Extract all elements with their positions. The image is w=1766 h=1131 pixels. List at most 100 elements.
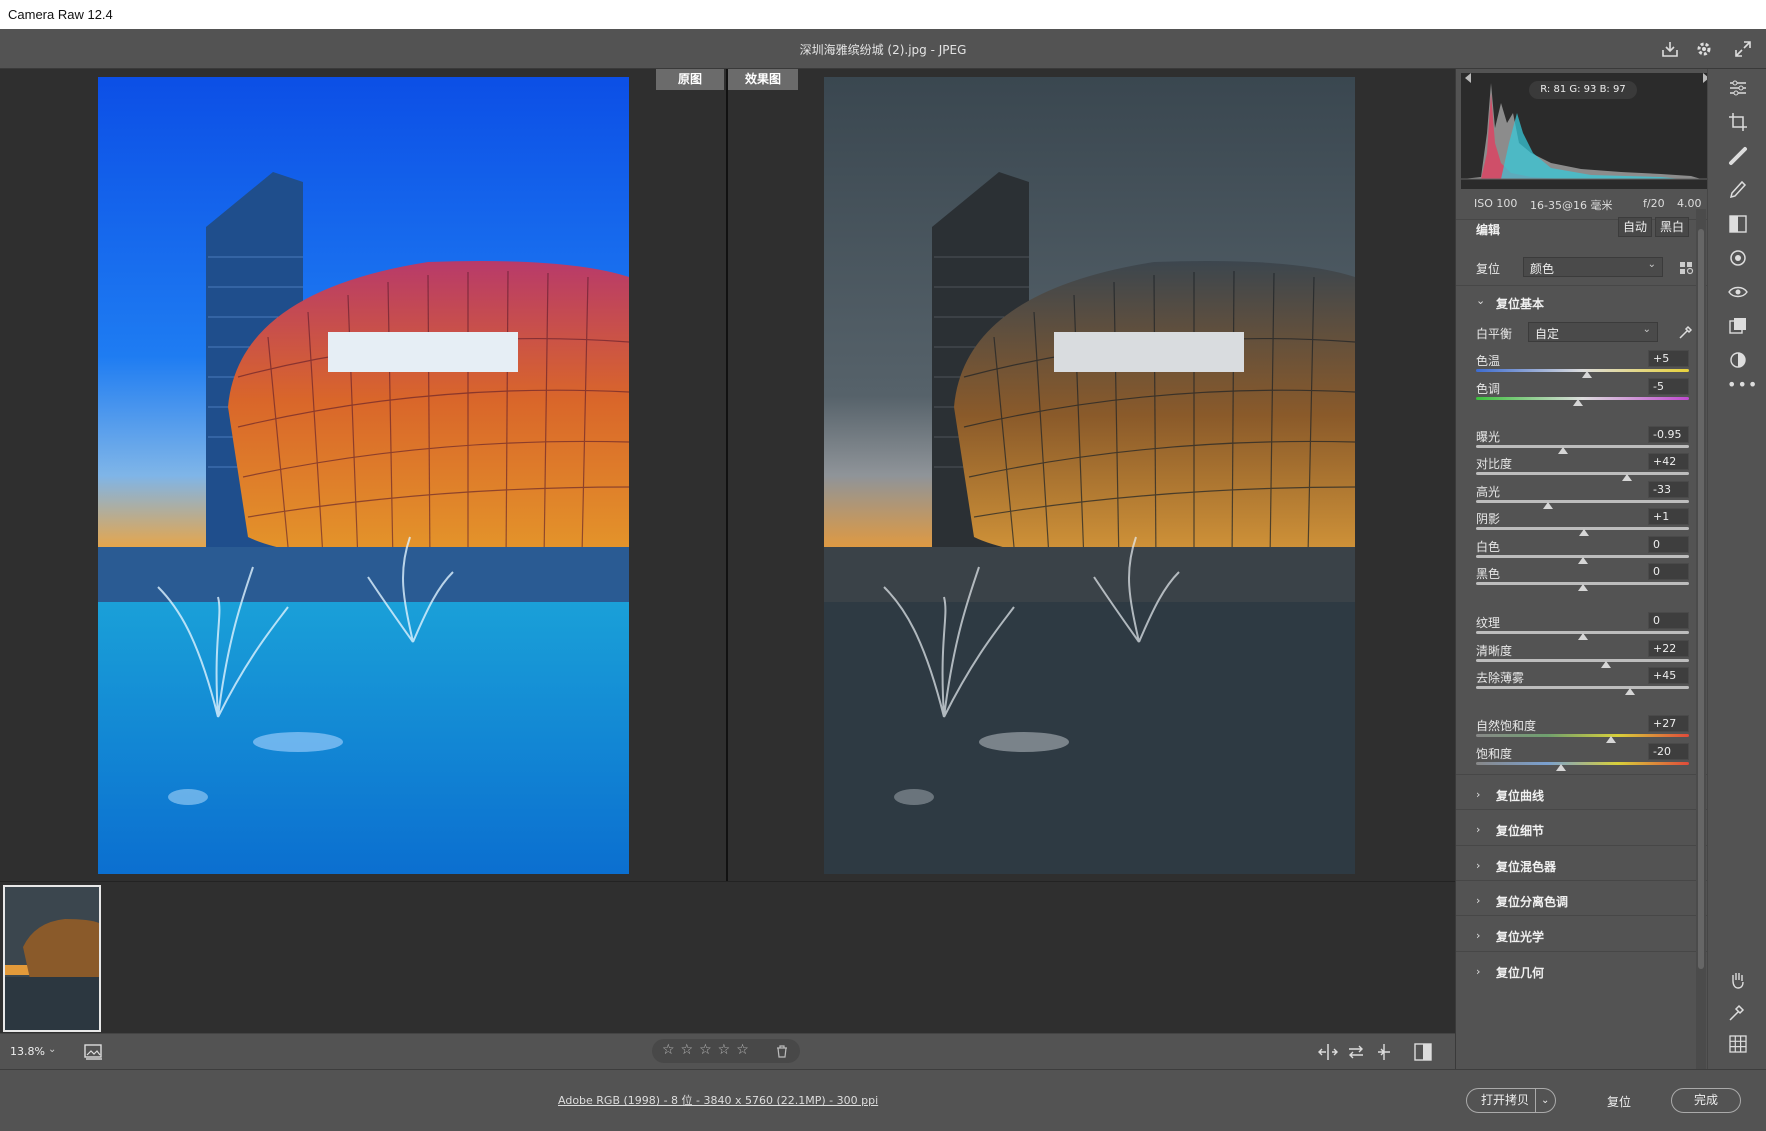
slider-value-input[interactable]: +45 <box>1648 667 1689 684</box>
color-sampler-icon[interactable] <box>1727 1001 1749 1023</box>
split-divider[interactable] <box>726 69 728 881</box>
open-copy-button[interactable]: 打开拷贝 ⌄ <box>1466 1088 1556 1113</box>
slider-handle[interactable] <box>1577 633 1588 640</box>
slider-label: 曝光 <box>1476 430 1501 444</box>
bw-button[interactable]: 黑白 <box>1655 217 1689 237</box>
chevron-down-icon: ⌄ <box>1642 324 1651 335</box>
slider-track[interactable] <box>1476 500 1689 503</box>
slider-value-input[interactable]: -20 <box>1648 743 1689 760</box>
slider-value-input[interactable]: -0.95 <box>1648 426 1689 443</box>
section-header[interactable]: › 复位分离色调 <box>1456 880 1708 920</box>
slider-label: 对比度 <box>1476 457 1513 471</box>
hand-icon[interactable] <box>1727 969 1749 991</box>
section-header[interactable]: › 复位光学 <box>1456 915 1708 955</box>
panel-scrollbar[interactable] <box>1696 209 1706 1069</box>
section-title: 复位几何 <box>1496 966 1545 980</box>
radial-filter-icon[interactable] <box>1727 247 1749 269</box>
slider-handle[interactable] <box>1558 447 1569 454</box>
slider-value-input[interactable]: +27 <box>1648 715 1689 732</box>
slider-handle[interactable] <box>1556 764 1567 771</box>
filmstrip-thumbnail[interactable] <box>3 885 101 1032</box>
filmstrip <box>0 881 1455 1033</box>
trash-icon[interactable] <box>776 1045 788 1058</box>
eyedropper-icon[interactable] <box>1678 324 1694 340</box>
swap-icon[interactable] <box>1347 1043 1365 1061</box>
slider-handle[interactable] <box>1577 557 1588 564</box>
before-tab[interactable]: 原图 <box>656 69 724 90</box>
section-header[interactable]: › 复位细节 <box>1456 809 1708 849</box>
zoom-dropdown-icon[interactable]: ⌄ <box>48 1044 56 1055</box>
section-title: 复位分离色调 <box>1496 895 1569 909</box>
section-title: 复位细节 <box>1496 824 1545 838</box>
slider-track[interactable] <box>1476 472 1689 475</box>
section-header[interactable]: › 复位曲线 <box>1456 774 1708 814</box>
section-header[interactable]: › 复位混色器 <box>1456 845 1708 885</box>
fullscreen-icon[interactable] <box>1733 39 1753 59</box>
image-info-link[interactable]: Adobe RGB (1998) - 8 位 - 3840 x 5760 (22… <box>558 1092 878 1108</box>
slider-handle[interactable] <box>1577 584 1588 591</box>
before-after-view-icon[interactable] <box>1318 1043 1338 1061</box>
slider-handle[interactable] <box>1622 474 1633 481</box>
chevron-down-icon[interactable]: ⌄ <box>1476 294 1485 307</box>
after-tab[interactable]: 效果图 <box>728 69 798 90</box>
file-name: 深圳海雅缤纷城 (2).jpg - JPEG <box>799 43 967 57</box>
slider-handle[interactable] <box>1606 736 1617 743</box>
slider-track[interactable] <box>1476 659 1689 662</box>
preview-canvas[interactable]: 原图 效果图 <box>0 69 1455 881</box>
slider-value-input[interactable]: +22 <box>1648 640 1689 657</box>
red-eye-icon[interactable] <box>1727 281 1749 303</box>
slider-value-input[interactable]: 0 <box>1648 536 1689 553</box>
grid-icon[interactable] <box>1727 1033 1749 1055</box>
slider-value-input[interactable]: +1 <box>1648 508 1689 525</box>
profile-browser-icon[interactable] <box>1679 261 1695 275</box>
slider-value-input[interactable]: 0 <box>1648 612 1689 629</box>
profile-select[interactable]: 颜色 ⌄ <box>1523 257 1663 277</box>
wb-select[interactable]: 自定 ⌄ <box>1528 322 1658 342</box>
slider-handle[interactable] <box>1625 688 1636 695</box>
reset-button[interactable]: 复位 <box>1607 1093 1631 1110</box>
edit-sliders-icon[interactable] <box>1727 77 1749 99</box>
graduated-filter-icon[interactable] <box>1727 213 1749 235</box>
rating-stars[interactable]: ☆☆☆☆☆ <box>662 1042 755 1058</box>
done-button[interactable]: 完成 <box>1671 1088 1741 1113</box>
slider-label: 自然饱和度 <box>1476 719 1537 733</box>
auto-button[interactable]: 自动 <box>1618 217 1652 237</box>
chevron-right-icon: › <box>1476 929 1481 942</box>
basic-section-title[interactable]: 复位基本 <box>1496 295 1544 312</box>
slider-handle[interactable] <box>1600 661 1611 668</box>
snapshots-icon[interactable] <box>1727 315 1749 337</box>
zoom-level[interactable]: 13.8% <box>10 1045 45 1058</box>
histogram: R: 81 G: 93 B: 97 <box>1461 73 1713 189</box>
slider-handle[interactable] <box>1573 399 1584 406</box>
slider-label: 阴影 <box>1476 512 1501 526</box>
slider-value-input[interactable]: +42 <box>1648 453 1689 470</box>
slider-handle[interactable] <box>1581 371 1592 378</box>
slider-value-input[interactable]: -33 <box>1648 481 1689 498</box>
scrollbar-thumb[interactable] <box>1698 229 1704 969</box>
brush-icon[interactable] <box>1727 179 1749 201</box>
slider-handle[interactable] <box>1578 529 1589 536</box>
presets-icon[interactable] <box>1727 349 1749 371</box>
save-icon[interactable] <box>1660 39 1680 59</box>
slider-track[interactable] <box>1476 686 1689 689</box>
copy-settings-icon[interactable] <box>1375 1043 1393 1061</box>
section-title: 复位光学 <box>1496 930 1545 944</box>
footer: Adobe RGB (1998) - 8 位 - 3840 x 5760 (22… <box>0 1069 1766 1131</box>
filmstrip-toggle-icon[interactable] <box>84 1043 104 1061</box>
slider-value-input[interactable]: +5 <box>1648 350 1689 367</box>
profile-label: 复位 <box>1476 262 1501 276</box>
slider-handle[interactable] <box>1543 502 1554 509</box>
more-icon[interactable]: ••• <box>1727 375 1758 394</box>
gear-icon[interactable] <box>1694 39 1714 59</box>
section-header[interactable]: › 复位几何 <box>1456 951 1708 991</box>
slider-track[interactable] <box>1476 734 1689 737</box>
slider-value-input[interactable]: -5 <box>1648 378 1689 395</box>
slider-track[interactable] <box>1476 445 1689 448</box>
toggle-compare-icon[interactable] <box>1414 1042 1432 1062</box>
slider-value-input[interactable]: 0 <box>1648 563 1689 580</box>
slider-track[interactable] <box>1476 762 1689 765</box>
crop-icon[interactable] <box>1727 111 1749 133</box>
profile-value: 颜色 <box>1530 262 1555 276</box>
chevron-down-icon[interactable]: ⌄ <box>1541 1089 1549 1112</box>
spot-removal-icon[interactable] <box>1727 145 1749 167</box>
